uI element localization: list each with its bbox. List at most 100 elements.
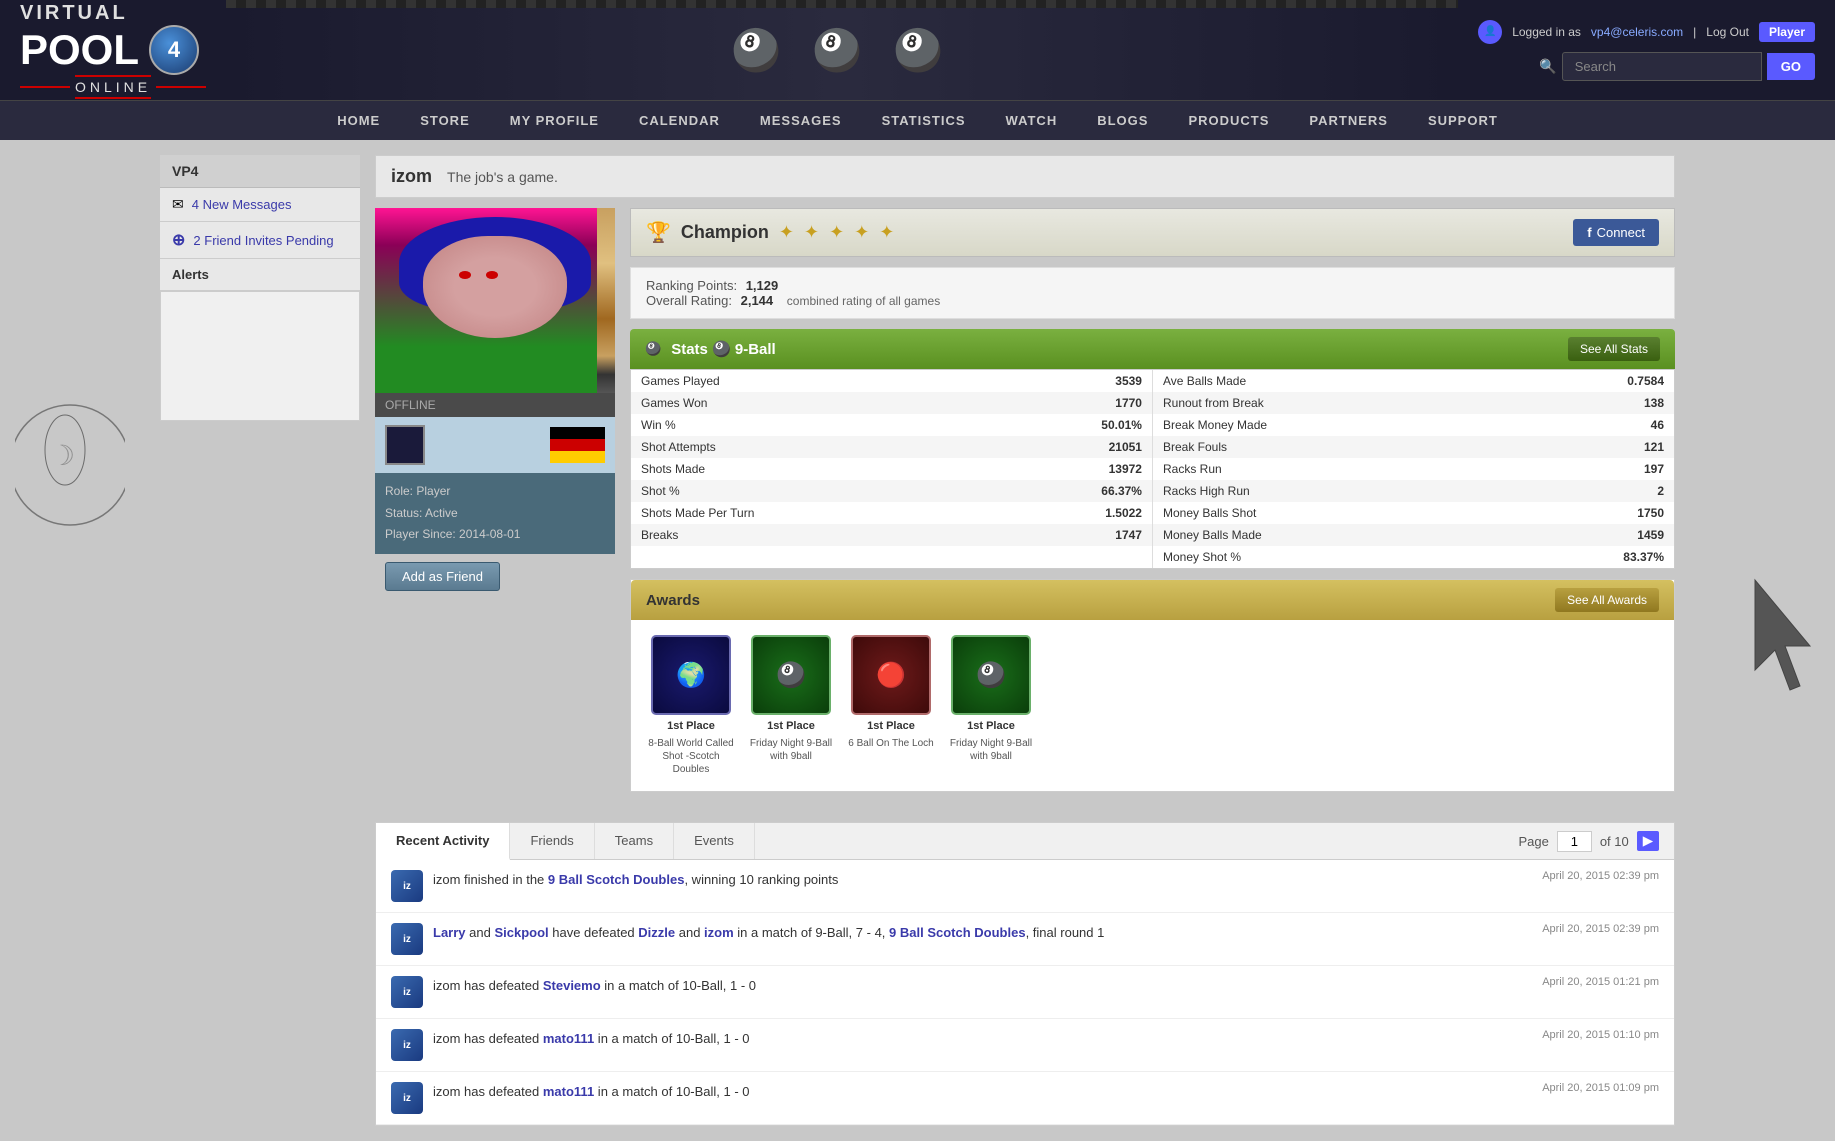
award-place: 1st Place xyxy=(867,720,915,732)
role-line: Role: Player xyxy=(385,481,605,503)
player-since-label: Player Since: xyxy=(385,527,456,541)
nav-blogs[interactable]: BLOGS xyxy=(1092,103,1153,138)
activity-link[interactable]: Larry xyxy=(433,925,466,940)
award-item: 🎱 1st Place Friday Night 9-Ball with 9ba… xyxy=(746,635,836,776)
stats-header: 🎱 Stats 🎱 9-Ball See All Stats xyxy=(630,329,1675,369)
activity-link[interactable]: 9 Ball Scotch Doubles xyxy=(889,925,1026,940)
cue-stick xyxy=(597,208,615,393)
stat-label2: Runout from Break xyxy=(1152,392,1500,414)
profile-role-info: Role: Player Status: Active Player Since… xyxy=(375,473,615,554)
nav-statistics[interactable]: STATISTICS xyxy=(877,103,971,138)
stat-label: Breaks xyxy=(631,524,979,546)
logout-link[interactable]: Log Out xyxy=(1706,25,1749,39)
friends-link[interactable]: 2 Friend Invites Pending xyxy=(193,233,333,248)
envelope-icon: ✉ xyxy=(172,196,184,213)
tab-events[interactable]: Events xyxy=(674,823,755,859)
nav-partners[interactable]: PARTNERS xyxy=(1304,103,1393,138)
stat-value: 21051 xyxy=(979,436,1153,458)
logo-text-block: VIRTUAL POOL 4 ONLINE xyxy=(20,2,206,99)
tab-recent-activity[interactable]: Recent Activity xyxy=(376,823,510,860)
activity-link[interactable]: 9 Ball Scotch Doubles xyxy=(548,872,685,887)
stat-value2: 83.37% xyxy=(1500,546,1674,568)
mini-avatar xyxy=(385,425,425,465)
tab-friends[interactable]: Friends xyxy=(510,823,594,859)
next-page-button[interactable]: ▶ xyxy=(1637,831,1659,851)
tab-teams[interactable]: Teams xyxy=(595,823,674,859)
stat-label2: Ave Balls Made xyxy=(1152,370,1500,392)
role-value: Player xyxy=(416,484,450,498)
overall-rating-sub: combined rating of all games xyxy=(787,294,940,308)
nav-watch[interactable]: WATCH xyxy=(1001,103,1063,138)
stats-table: Games Played 3539 Ave Balls Made 0.7584G… xyxy=(630,369,1675,569)
stat-label2: Money Balls Shot xyxy=(1152,502,1500,524)
award-desc: 6 Ball On The Loch xyxy=(848,737,933,750)
nav-store[interactable]: STORE xyxy=(415,103,475,138)
stats-row: Shot Attempts 21051 Break Fouls 121 xyxy=(631,436,1674,458)
nav-my-profile[interactable]: MY PROFILE xyxy=(505,103,604,138)
stats-row: Shots Made Per Turn 1.5022 Money Balls S… xyxy=(631,502,1674,524)
activity-link[interactable]: mato111 xyxy=(543,1031,594,1046)
add-friend-button[interactable]: Add as Friend xyxy=(385,562,500,591)
stats-panel: 🏆 Champion ✦ ✦ ✦ ✦ ✦ f Connect Ranking P… xyxy=(630,208,1675,807)
avatar-eye-right xyxy=(486,271,498,279)
go-button[interactable]: GO xyxy=(1767,53,1815,80)
activity-link[interactable]: izom xyxy=(704,925,734,940)
activity-time: April 20, 2015 02:39 pm xyxy=(1542,923,1659,935)
activity-link[interactable]: Steviemo xyxy=(543,978,601,993)
page-label: Page xyxy=(1518,834,1548,849)
profile-card: OFFLINE Role: Player xyxy=(375,208,615,807)
role-label: Role: xyxy=(385,484,413,498)
see-all-stats-button[interactable]: See All Stats xyxy=(1568,337,1660,361)
left-decoration: ☽ xyxy=(0,350,140,550)
search-input[interactable] xyxy=(1562,52,1762,81)
nav-calendar[interactable]: CALENDAR xyxy=(634,103,725,138)
activity-link[interactable]: mato111 xyxy=(543,1084,594,1099)
activity-time: April 20, 2015 01:10 pm xyxy=(1542,1029,1659,1041)
award-badge: 🎱 xyxy=(751,635,831,715)
champion-bar: 🏆 Champion ✦ ✦ ✦ ✦ ✦ f Connect xyxy=(630,208,1675,257)
nav-products[interactable]: PRODUCTS xyxy=(1183,103,1274,138)
activity-link[interactable]: Sickpool xyxy=(494,925,548,940)
award-desc: Friday Night 9-Ball with 9ball xyxy=(746,737,836,763)
stat-value2: 138 xyxy=(1500,392,1674,414)
activity-list: iz izom finished in the 9 Ball Scotch Do… xyxy=(376,860,1674,1125)
stat-value: 1.5022 xyxy=(979,502,1153,524)
facebook-connect-button[interactable]: f Connect xyxy=(1573,219,1659,246)
flag-red xyxy=(550,439,605,451)
nav-messages[interactable]: MESSAGES xyxy=(755,103,847,138)
stats-row: Money Shot % 83.37% xyxy=(631,546,1674,568)
stats-row: Shot % 66.37% Racks High Run 2 xyxy=(631,480,1674,502)
ranking-points-label: Ranking Points: xyxy=(646,278,737,293)
stat-value: 13972 xyxy=(979,458,1153,480)
sidebar-friends[interactable]: ⊕ 2 Friend Invites Pending xyxy=(160,222,360,259)
page-input[interactable] xyxy=(1557,831,1592,852)
player-since-value: 2014-08-01 xyxy=(459,527,520,541)
header-banner: 🎱 🎱 🎱 xyxy=(226,0,1458,100)
search-bar: 🔍 GO xyxy=(1539,52,1815,81)
stat-value: 3539 xyxy=(979,370,1153,392)
stats-row: Breaks 1747 Money Balls Made 1459 xyxy=(631,524,1674,546)
avatar-figure xyxy=(375,208,615,393)
stat-value2: 197 xyxy=(1500,458,1674,480)
nav-home[interactable]: HOME xyxy=(332,103,385,138)
activity-text: izom finished in the 9 Ball Scotch Doubl… xyxy=(433,870,1532,890)
nav-support[interactable]: SUPPORT xyxy=(1423,103,1503,138)
stats-row: Win % 50.01% Break Money Made 46 xyxy=(631,414,1674,436)
activity-text: izom has defeated Steviemo in a match of… xyxy=(433,976,1532,996)
stat-label2: Racks Run xyxy=(1152,458,1500,480)
header-right: 👤 Logged in as vp4@celeris.com | Log Out… xyxy=(1478,20,1815,81)
header: VIRTUAL POOL 4 ONLINE 🎱 🎱 🎱 👤 Logged in … xyxy=(0,0,1835,100)
stat-value2: 121 xyxy=(1500,436,1674,458)
star-4: ✦ xyxy=(854,222,869,243)
activity-link[interactable]: Dizzle xyxy=(638,925,675,940)
alerts-body xyxy=(160,291,360,421)
sidebar-messages[interactable]: ✉ 4 New Messages xyxy=(160,188,360,222)
stat-label: Shot Attempts xyxy=(631,436,979,458)
avatar-container xyxy=(375,208,615,393)
see-all-awards-button[interactable]: See All Awards xyxy=(1555,588,1659,612)
stat-label: Win % xyxy=(631,414,979,436)
flag-gold xyxy=(550,451,605,463)
activity-pagination: Page of 10 ▶ xyxy=(1503,823,1674,859)
messages-link[interactable]: 4 New Messages xyxy=(192,197,292,212)
right-decoration xyxy=(1715,550,1835,750)
